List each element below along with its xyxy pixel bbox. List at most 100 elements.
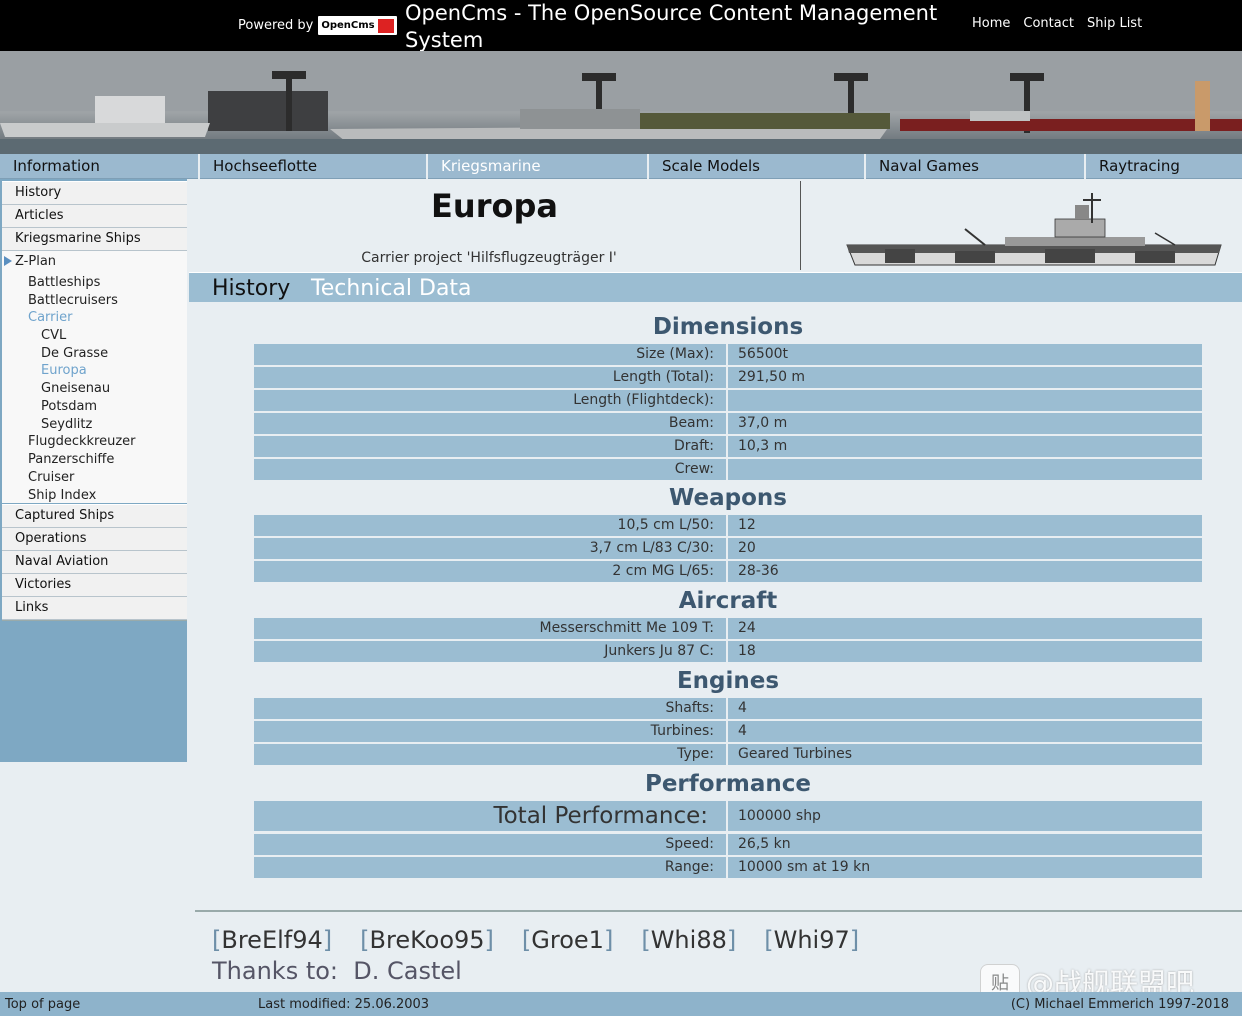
row-value: 56500t	[738, 346, 789, 362]
powered-by-label: Powered by	[238, 18, 314, 33]
version-link-label: BreKoo95	[369, 926, 485, 954]
row-value: 20	[738, 540, 756, 556]
current-section-arrow-icon	[4, 256, 12, 266]
powered-by: Powered by OpenCms	[238, 16, 397, 35]
top-nav-contact[interactable]: Contact	[1023, 16, 1074, 31]
row-value: 28-36	[738, 563, 779, 579]
sidebar-item-gneisenau[interactable]: Gneisenau	[41, 380, 110, 398]
row-value: 291,50 m	[738, 369, 806, 385]
row-value: 10000 sm at 19 kn	[738, 859, 871, 875]
content-header: Europa Carrier project 'Hilfsflugzeugträ…	[189, 181, 1242, 271]
row-label: Length (Total):	[254, 367, 728, 388]
sidebar-item-battlecruisers[interactable]: Battlecruisers	[28, 292, 118, 310]
site-title: OpenCms - The OpenSource Content Managem…	[405, 1, 938, 52]
version-link-brekoo95[interactable]: [BreKoo95]	[360, 926, 494, 954]
sidebar-item-history[interactable]: History	[2, 182, 187, 205]
sidebar-zplan-menu: Z-Plan Battleships Battlecruisers Carrie…	[2, 251, 187, 503]
table-row: Turbines: 4	[254, 721, 1202, 742]
table-row: Total Performance: 100000 shp	[254, 801, 1202, 831]
sidebar-item-flugdeckkreuzer[interactable]: Flugdeckkreuzer	[28, 433, 136, 451]
table-row: Junkers Ju 87 C: 18	[254, 641, 1202, 662]
row-label: Range:	[254, 857, 728, 878]
row-label: 2 cm MG L/65:	[254, 561, 728, 582]
top-bar: Powered by OpenCms OpenCms - The OpenSou…	[0, 0, 1242, 52]
table-row: Type: Geared Turbines	[254, 744, 1202, 765]
tab-history[interactable]: History	[212, 276, 290, 301]
version-link-groe1[interactable]: [Groe1]	[522, 926, 613, 954]
row-label: 3,7 cm L/83 C/30:	[254, 538, 728, 559]
top-of-page-link[interactable]: Top of page	[5, 997, 80, 1012]
nav-tab-naval-games[interactable]: Naval Games	[866, 154, 1086, 179]
top-nav-ship-list[interactable]: Ship List	[1087, 16, 1142, 31]
top-nav-home[interactable]: Home	[972, 16, 1010, 31]
row-value: 18	[738, 643, 756, 659]
version-link-label: Groe1	[531, 926, 604, 954]
sidebar-item-captured-ships[interactable]: Captured Ships	[2, 505, 187, 528]
top-nav: Home Contact Ship List	[972, 16, 1142, 31]
sidebar-item-victories[interactable]: Victories	[2, 574, 187, 597]
table-row: Length (Total): 291,50 m	[254, 367, 1202, 388]
opencms-logo-mark-icon	[377, 18, 394, 33]
nav-tab-information[interactable]: Information	[0, 154, 200, 179]
main-nav: Information Hochseeflotte Kriegsmarine S…	[0, 154, 1242, 179]
sidebar-item-articles[interactable]: Articles	[2, 205, 187, 228]
row-value: 4	[738, 700, 747, 716]
table-row: Draft: 10,3 m	[254, 436, 1202, 457]
thanks-name: D. Castel	[353, 957, 462, 985]
sidebar-item-seydlitz[interactable]: Seydlitz	[41, 416, 92, 434]
row-label: Junkers Ju 87 C:	[254, 641, 728, 662]
row-value	[728, 459, 1202, 480]
sidebar: History Articles Kriegsmarine Ships Z-Pl…	[0, 179, 189, 762]
opencms-logo[interactable]: OpenCms	[318, 16, 397, 35]
sidebar-item-naval-aviation[interactable]: Naval Aviation	[2, 551, 187, 574]
version-link-label: BreElf94	[221, 926, 323, 954]
sidebar-item-links[interactable]: Links	[2, 597, 187, 620]
status-bar: Top of page Last modified: 25.06.2003 (C…	[0, 992, 1242, 1016]
version-link-breelf94[interactable]: [BreElf94]	[212, 926, 332, 954]
sidebar-item-z-plan[interactable]: Z-Plan	[15, 253, 56, 271]
row-value: 10,3 m	[738, 438, 788, 454]
thanks-label: Thanks to:	[212, 957, 338, 985]
harbor-banner-image	[0, 51, 1242, 154]
row-label: 10,5 cm L/50:	[254, 515, 728, 536]
sidebar-item-kriegsmarine-ships[interactable]: Kriegsmarine Ships	[2, 228, 187, 251]
sidebar-item-cruiser[interactable]: Cruiser	[28, 469, 74, 487]
sub-tabs: History Technical Data	[189, 272, 1242, 302]
row-label: Crew:	[254, 459, 728, 480]
tab-technical-data[interactable]: Technical Data	[311, 276, 472, 301]
sidebar-item-ship-index[interactable]: Ship Index	[28, 487, 96, 505]
table-row: Speed: 26,5 kn	[254, 834, 1202, 855]
table-row: Size (Max): 56500t	[254, 344, 1202, 365]
row-label: Length (Flightdeck):	[254, 390, 728, 411]
table-row: 2 cm MG L/65: 28-36	[254, 561, 1202, 582]
row-value: 12	[738, 517, 756, 533]
carrier-profile-image	[846, 193, 1222, 266]
table-row: Shafts: 4	[254, 698, 1202, 719]
nav-tab-raytracing[interactable]: Raytracing	[1086, 154, 1242, 179]
nav-tab-scale-models[interactable]: Scale Models	[649, 154, 866, 179]
row-label: Shafts:	[254, 698, 728, 719]
sidebar-item-panzerschiffe[interactable]: Panzerschiffe	[28, 451, 114, 469]
page-title: Europa	[431, 187, 558, 225]
row-value: 24	[738, 620, 756, 636]
thanks-line: Thanks to: D. Castel	[212, 957, 462, 985]
nav-tab-kriegsmarine[interactable]: Kriegsmarine	[428, 154, 649, 179]
row-value: 26,5 kn	[738, 836, 791, 852]
sidebar-item-europa[interactable]: Europa	[41, 362, 87, 380]
last-modified: Last modified: 25.06.2003	[258, 997, 430, 1012]
version-link-whi88[interactable]: [Whi88]	[641, 926, 736, 954]
sidebar-item-battleships[interactable]: Battleships	[28, 274, 100, 292]
sidebar-item-operations[interactable]: Operations	[2, 528, 187, 551]
nav-tab-hochseeflotte[interactable]: Hochseeflotte	[200, 154, 428, 179]
table-row: Beam: 37,0 m	[254, 413, 1202, 434]
sidebar-item-carrier[interactable]: Carrier	[28, 309, 72, 327]
row-value: 37,0 m	[738, 415, 788, 431]
row-value	[728, 390, 1202, 411]
sidebar-item-cvl[interactable]: CVL	[41, 327, 66, 345]
row-label: Speed:	[254, 834, 728, 855]
version-link-whi97[interactable]: [Whi97]	[764, 926, 859, 954]
sidebar-item-potsdam[interactable]: Potsdam	[41, 398, 97, 416]
table-row: Length (Flightdeck):	[254, 390, 1202, 411]
page-subtitle: Carrier project 'Hilfsflugzeugträger I'	[361, 250, 617, 266]
sidebar-item-de-grasse[interactable]: De Grasse	[41, 345, 108, 363]
